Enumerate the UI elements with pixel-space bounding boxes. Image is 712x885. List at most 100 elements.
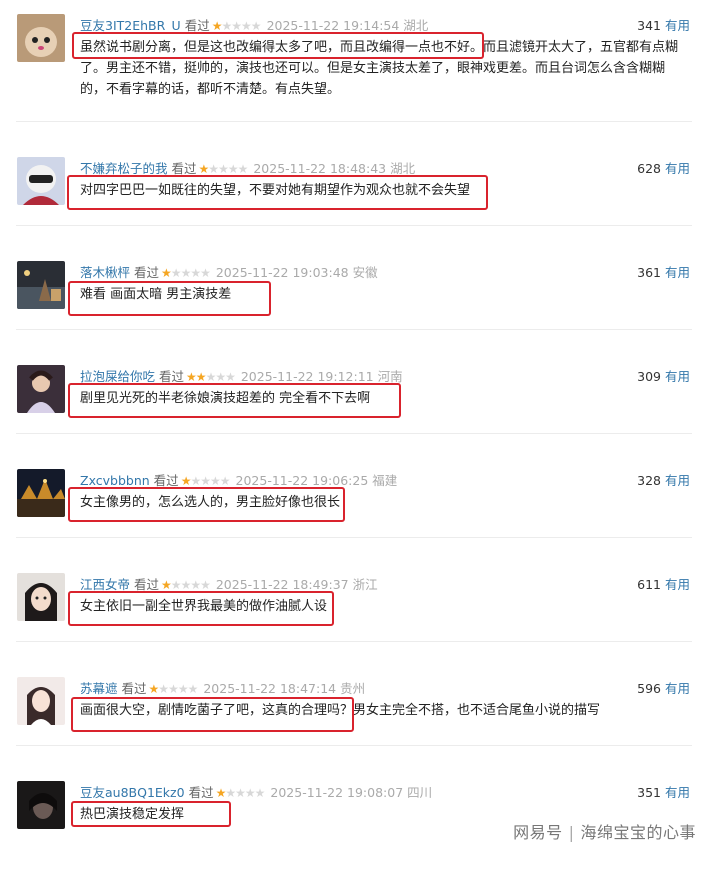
comment-item: 落木楸枰 看过 ★★★★★ 2025-11-22 19:03:48 安徽 361 有用 … [0, 261, 712, 365]
star-empty-icon: ★ [158, 682, 169, 696]
vote-count: 628 有用 [637, 158, 690, 177]
avatar[interactable] [17, 14, 65, 62]
highlight-box [68, 281, 271, 316]
vote-count: 309 有用 [637, 366, 690, 385]
username-link[interactable]: 不嫌弃松子的我 [80, 161, 168, 176]
vote-count: 611 有用 [637, 574, 690, 593]
star-empty-icon: ★ [209, 474, 221, 488]
useful-button[interactable]: 有用 [665, 161, 690, 176]
avatar[interactable] [17, 781, 65, 829]
star-empty-icon: ★ [231, 19, 242, 33]
comment-item: 江西女帝 看过 ★★★★★ 2025-11-22 18:49:37 浙江 611 有用 … [0, 573, 712, 677]
highlight-box [67, 175, 488, 210]
vote-number: 596 [637, 681, 661, 696]
useful-button[interactable]: 有用 [665, 473, 690, 488]
star-empty-icon: ★ [225, 370, 236, 384]
star-empty-icon: ★ [219, 474, 231, 488]
username-link[interactable]: Zxcvbbbnn [80, 473, 150, 488]
star-filled-icon: ★ [198, 162, 210, 176]
star-empty-icon: ★ [208, 162, 219, 176]
star-empty-icon: ★ [237, 162, 249, 176]
vote-number: 611 [637, 577, 661, 592]
watched-label: 看过 [134, 265, 160, 280]
divider [16, 641, 692, 642]
watched-label: 看过 [121, 681, 147, 696]
watched-label: 看过 [159, 369, 185, 384]
vote-count: 341 有用 [637, 15, 690, 34]
rating-stars: ★★★★★ [161, 578, 211, 592]
username-link[interactable]: 江西女帝 [80, 577, 130, 592]
rating-stars: ★★★★★ [181, 474, 231, 488]
vote-number: 309 [637, 369, 661, 384]
useful-button[interactable]: 有用 [665, 18, 690, 33]
rating-stars: ★★★★★ [216, 786, 266, 800]
divider [16, 121, 692, 122]
username-link[interactable]: 豆友au8BQ1Ekz0 [80, 785, 185, 800]
comment-meta: 2025-11-22 18:48:43 湖北 [253, 161, 416, 176]
star-empty-icon: ★ [254, 786, 266, 800]
avatar[interactable] [17, 469, 65, 517]
comment-meta: 2025-11-22 19:03:48 安徽 [215, 265, 378, 280]
avatar[interactable] [17, 157, 65, 205]
star-empty-icon: ★ [168, 682, 179, 696]
username-link[interactable]: 豆友3IT2EhBR_U [80, 18, 181, 33]
divider [16, 329, 692, 330]
comment-meta: 2025-11-22 19:12:11 河南 [240, 369, 403, 384]
username-link[interactable]: 落木楸枰 [80, 265, 130, 280]
star-empty-icon: ★ [170, 578, 182, 592]
highlight-box [68, 591, 334, 626]
star-filled-icon: ★ [195, 370, 207, 384]
comment-item: 豆友3IT2EhBR_U 看过 ★★★★★ 2025-11-22 19:14:54 湖… [0, 14, 712, 118]
avatar[interactable] [17, 365, 65, 413]
comment-item: 不嫌弃松子的我 看过 ★★★★★ 2025-11-22 18:48:43 湖北 628… [0, 157, 712, 261]
comment-meta: 2025-11-22 19:06:25 福建 [235, 473, 398, 488]
star-empty-icon: ★ [180, 578, 192, 592]
vote-number: 351 [637, 785, 661, 800]
comment-item: Zxcvbbbnn 看过 ★★★★★ 2025-11-22 19:06:25 福建 3… [0, 469, 712, 573]
watermark: 网易号 | 海绵宝宝的心事 [513, 819, 696, 843]
star-filled-icon: ★ [161, 266, 172, 280]
vote-count: 351 有用 [637, 782, 690, 801]
star-empty-icon: ★ [227, 162, 239, 176]
rating-stars: ★★★★★ [186, 370, 236, 384]
divider [16, 433, 692, 434]
star-filled-icon: ★ [161, 578, 172, 592]
useful-button[interactable]: 有用 [665, 265, 690, 280]
comment-meta: 2025-11-22 18:47:14 贵州 [203, 681, 366, 696]
star-empty-icon: ★ [218, 162, 229, 176]
watermark-account: 海绵宝宝的心事 [580, 823, 696, 842]
vote-number: 361 [637, 265, 661, 280]
username-link[interactable]: 苏幕遮 [80, 681, 118, 696]
watched-label: 看过 [188, 785, 214, 800]
star-empty-icon: ★ [187, 682, 199, 696]
useful-button[interactable]: 有用 [665, 681, 690, 696]
watched-label: 看过 [184, 18, 210, 33]
star-empty-icon: ★ [221, 19, 233, 33]
rating-stars: ★★★★★ [198, 162, 249, 176]
star-empty-icon: ★ [200, 266, 211, 280]
divider [16, 225, 692, 226]
avatar[interactable] [17, 573, 65, 621]
avatar[interactable] [17, 677, 65, 725]
star-empty-icon: ★ [200, 474, 211, 488]
star-empty-icon: ★ [180, 266, 192, 280]
star-empty-icon: ★ [215, 370, 226, 384]
star-empty-icon: ★ [200, 578, 211, 592]
comment-header: 江西女帝 看过 ★★★★★ 2025-11-22 18:49:37 浙江 [80, 574, 378, 592]
divider [16, 537, 692, 538]
comment-meta: 2025-11-22 18:49:37 浙江 [215, 577, 378, 592]
comment-item: 拉泡屎给你吃 看过 ★★★★★ 2025-11-22 19:12:11 河南 309 有… [0, 365, 712, 469]
watched-label: 看过 [153, 473, 179, 488]
star-empty-icon: ★ [250, 19, 262, 33]
comment-meta: 2025-11-22 19:08:07 四川 [270, 785, 433, 800]
star-empty-icon: ★ [190, 474, 201, 488]
vote-count: 328 有用 [637, 470, 690, 489]
useful-button[interactable]: 有用 [665, 577, 690, 592]
divider [16, 745, 692, 746]
useful-button[interactable]: 有用 [665, 369, 690, 384]
highlight-box [71, 801, 231, 827]
username-link[interactable]: 拉泡屎给你吃 [80, 369, 155, 384]
avatar[interactable] [17, 261, 65, 309]
useful-button[interactable]: 有用 [665, 785, 690, 800]
vote-number: 628 [637, 161, 661, 176]
